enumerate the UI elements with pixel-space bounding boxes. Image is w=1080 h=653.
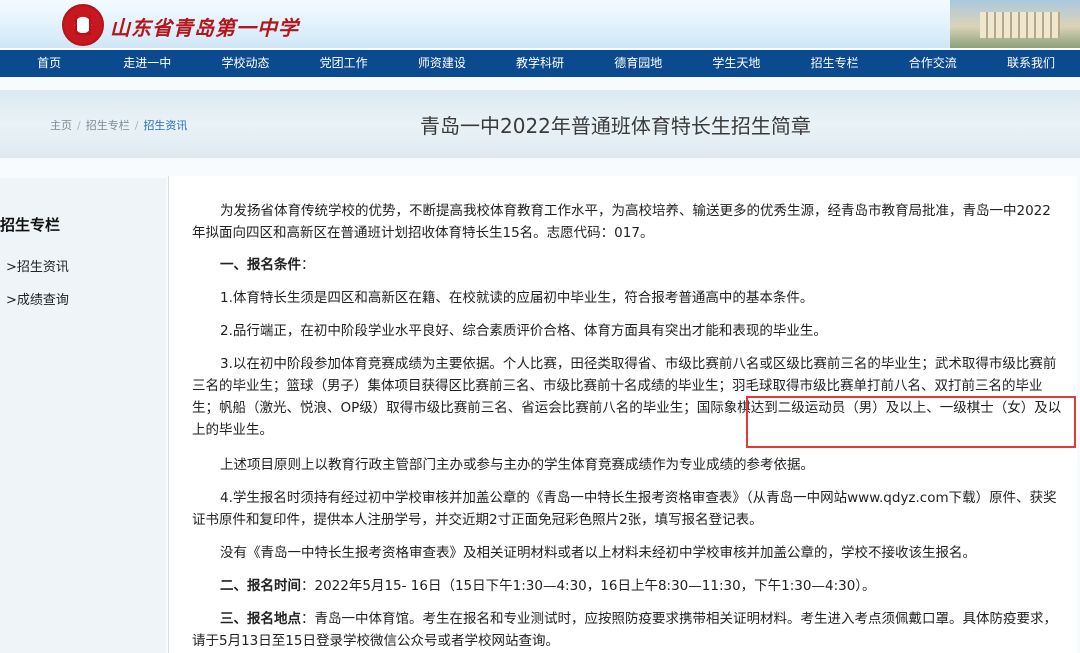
nav-item-cooperation[interactable]: 合作交流 bbox=[884, 50, 982, 77]
breadcrumb-separator: / bbox=[134, 119, 139, 132]
breadcrumb-section[interactable]: 招生专栏 bbox=[86, 119, 130, 132]
section-3: 三、报名地点：青岛一中体育馆。考生在报名和专业测试时，应按照防疫要求携带相关证明… bbox=[192, 608, 1064, 652]
breadcrumb: 主页 / 招生专栏 / 招生资讯 bbox=[50, 117, 187, 133]
breadcrumb-current[interactable]: 招生资讯 bbox=[143, 119, 187, 132]
condition-2: 2.品行端正，在初中阶段学业水平良好、综合素质评价合格、体育方面具有突出才能和表… bbox=[220, 323, 827, 339]
breadcrumb-separator: / bbox=[77, 119, 81, 132]
section-2-heading: 二、报名时间 bbox=[220, 578, 301, 594]
nav-item-faculty[interactable]: 师资建设 bbox=[393, 50, 491, 77]
nav-item-admissions[interactable]: 招生专栏 bbox=[786, 50, 884, 77]
condition-1: 1.体育特长生须是四区和高新区在籍、在校就读的应届初中毕业生，符合报考普通高中的… bbox=[220, 290, 814, 306]
section-2-text: ：2022年5月15- 16日（15日下午1:30—4:30，16日上午8:30… bbox=[301, 578, 876, 594]
nav-item-students[interactable]: 学生天地 bbox=[687, 50, 785, 77]
section-3-heading: 三、报名地点 bbox=[220, 611, 301, 627]
site-header: 山东省青岛第一中学 bbox=[0, 0, 1080, 48]
page-title: 青岛一中2022年普通班体育特长生招生简章 bbox=[420, 114, 811, 138]
main-nav: 首页 走进一中 学校动态 党团工作 师资建设 教学科研 德育园地 学生天地 招生… bbox=[0, 50, 1080, 77]
section-1-colon: ： bbox=[301, 257, 315, 273]
breadcrumb-home[interactable]: 主页 bbox=[50, 119, 72, 132]
nav-item-research[interactable]: 教学科研 bbox=[491, 50, 589, 77]
article-intro: 为发扬省体育传统学校的优势，不断提高我校体育教育工作水平，为高校培养、输送更多的… bbox=[192, 203, 1051, 241]
section-2: 二、报名时间：2022年5月15- 16日（15日下午1:30—4:30，16日… bbox=[192, 575, 1064, 597]
school-seal-logo[interactable] bbox=[62, 4, 104, 46]
nav-item-moral-education[interactable]: 德育园地 bbox=[589, 50, 687, 77]
section-1-heading: 一、报名条件 bbox=[220, 257, 301, 273]
sidebar-title: 招生专栏 bbox=[0, 216, 61, 234]
sidebar-item-score-query[interactable]: >成绩查询 bbox=[6, 289, 69, 308]
condition-4: 4.学生报名时须持有经过初中学校审核并加盖公章的《青岛一中特长生报考资格审查表》… bbox=[192, 490, 1057, 528]
nav-item-about[interactable]: 走进一中 bbox=[98, 50, 196, 77]
highlight-box bbox=[746, 396, 1076, 448]
sidebar-item-admission-news[interactable]: >招生资讯 bbox=[6, 256, 69, 275]
nav-item-contact[interactable]: 联系我们 bbox=[982, 50, 1080, 77]
sidebar bbox=[0, 178, 166, 653]
reference-note: 上述项目原则上以教育行政主管部门主办或参与主办的学生体育竞赛成绩作为专业成绩的参… bbox=[220, 457, 814, 473]
campus-building-image bbox=[950, 0, 1080, 48]
nav-item-party[interactable]: 党团工作 bbox=[295, 50, 393, 77]
nav-item-news[interactable]: 学校动态 bbox=[196, 50, 294, 77]
site-name[interactable]: 山东省青岛第一中学 bbox=[110, 12, 299, 41]
section-3-text: ：青岛一中体育馆。考生在报名和专业测试时，应按照防疫要求携带相关证明材料。考生进… bbox=[192, 611, 1057, 649]
eligibility-warning: 没有《青岛一中特长生报考资格审查表》及相关证明材料或者以上材料未经初中学校审核并… bbox=[220, 545, 976, 561]
nav-item-home[interactable]: 首页 bbox=[0, 50, 98, 77]
section-1-heading-line: 一、报名条件： bbox=[192, 254, 1064, 276]
